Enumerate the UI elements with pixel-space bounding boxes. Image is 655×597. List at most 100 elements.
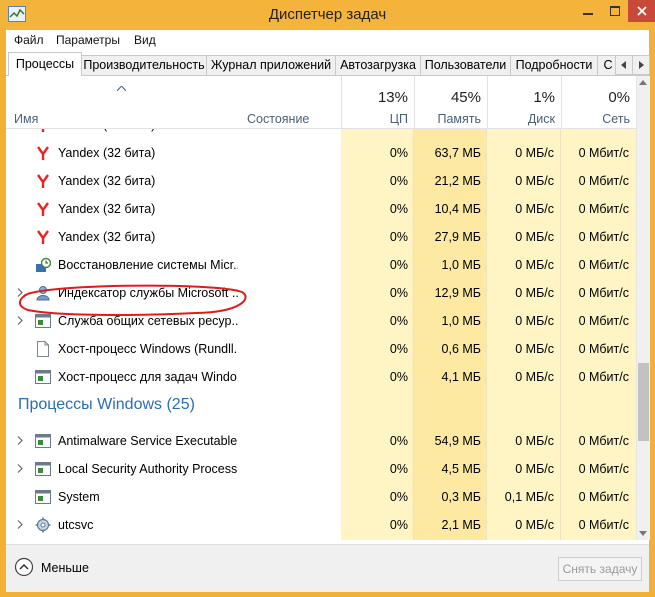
service-window-icon: [35, 434, 51, 448]
process-row[interactable]: Antimalware Service Executable 0% 54,9 МБ 0…: [6, 427, 636, 455]
tab-processes[interactable]: Процессы: [8, 52, 82, 76]
memory-value: 4,1 МБ: [441, 370, 481, 384]
process-name: utcsvc: [58, 518, 94, 532]
menu-file[interactable]: Файл: [14, 33, 44, 47]
tab-strip: Процессы Производительность Журнал прило…: [6, 52, 650, 76]
yandex-icon: [37, 202, 49, 216]
yandex-icon: [37, 174, 49, 188]
disk-value: 0 МБ/с: [515, 462, 554, 476]
cpu-value: 0%: [389, 342, 408, 356]
scroll-up-icon: [639, 80, 647, 85]
disk-value: 0 МБ/с: [515, 434, 554, 448]
network-value: 0 Мбит/с: [578, 286, 629, 300]
tab-details[interactable]: Подробности: [510, 55, 598, 75]
network-value: 0 Мбит/с: [578, 202, 629, 216]
close-button[interactable]: [628, 0, 655, 22]
tab-scroll-right-button[interactable]: [632, 55, 650, 75]
vertical-scrollbar[interactable]: [636, 76, 650, 540]
cpu-label: ЦП: [389, 112, 408, 126]
title-bar[interactable]: Диспетчер задач: [0, 0, 655, 30]
tab-users[interactable]: Пользователи: [420, 55, 511, 75]
cpu-value: 0%: [389, 462, 408, 476]
menu-view[interactable]: Вид: [134, 33, 156, 47]
process-row[interactable]: Local Security Authority Process... 0% 4,5…: [6, 455, 636, 483]
column-header: Имя Состояние 13% ЦП 45% Память 1% Диск …: [6, 76, 636, 129]
tab-app-history[interactable]: Журнал приложений: [206, 55, 336, 75]
network-value: 0 Мбит/с: [578, 174, 629, 188]
network-value: 0 Мбит/с: [578, 490, 629, 504]
disk-value: 0,1 МБ/с: [504, 490, 554, 504]
expand-chevron-icon[interactable]: [17, 436, 23, 445]
process-name: Yandex (32 бита): [58, 129, 238, 132]
scroll-down-icon: [639, 531, 647, 536]
maximize-icon: [610, 6, 620, 16]
process-row[interactable]: Хост-процесс для задач Windo... 0% 4,1 МБ 0…: [6, 363, 636, 391]
process-row[interactable]: Yandex (32 бита) 0% 27,9 МБ 0 МБ/с 0 Мбит/с: [6, 223, 636, 251]
network-value: 0 Мбит/с: [578, 146, 629, 160]
column-name[interactable]: Имя: [14, 112, 38, 126]
process-name: System: [58, 490, 100, 504]
expand-chevron-icon[interactable]: [17, 288, 23, 297]
disk-value: 0 МБ/с: [515, 314, 554, 328]
process-row[interactable]: Yandex (32 бита) 0% 63,7 МБ 0 МБ/с 0 Мбит/с: [6, 139, 636, 167]
yandex-icon: [41, 129, 45, 132]
scrollbar-thumb[interactable]: [638, 363, 649, 441]
memory-value: 54,9 МБ: [434, 434, 481, 448]
indexer-icon: [36, 286, 50, 301]
maximize-button[interactable]: [602, 0, 628, 22]
service-window-icon: [35, 314, 51, 328]
tab-performance[interactable]: Производительность: [81, 55, 207, 75]
process-name: Индексатор службы Microsoft ...: [58, 286, 238, 300]
cpu-value: 0%: [389, 230, 408, 244]
process-name: Antimalware Service Executable: [58, 434, 238, 448]
client-area: Файл Параметры Вид Процессы Производител…: [6, 30, 650, 592]
network-label: Сеть: [602, 112, 630, 126]
column-disk[interactable]: 1% Диск: [487, 76, 561, 128]
section-header[interactable]: Процессы Windows (25): [6, 391, 636, 419]
expand-chevron-icon[interactable]: [17, 316, 23, 325]
process-row[interactable]: Служба общих сетевых ресур... 0% 1,0 МБ 0 М…: [6, 307, 636, 335]
column-memory[interactable]: 45% Память: [414, 76, 487, 128]
memory-value: 27,9 МБ: [434, 230, 481, 244]
tab-startup[interactable]: Автозагрузка: [335, 55, 421, 75]
process-name: Local Security Authority Process...: [58, 462, 238, 476]
service-window-icon: [35, 370, 51, 384]
cpu-value: 0%: [389, 258, 408, 272]
minimize-button[interactable]: [574, 0, 602, 22]
system-restore-icon: [36, 257, 51, 272]
disk-total: 1%: [533, 89, 555, 106]
column-network[interactable]: 0% Сеть: [561, 76, 636, 128]
fewer-details-link[interactable]: Меньше: [41, 561, 89, 575]
arrow-left-icon: [621, 61, 626, 69]
process-row[interactable]: Индексатор службы Microsoft ... 0% 12,9 МБ…: [6, 279, 636, 307]
process-name: Yandex (32 бита): [58, 146, 156, 160]
network-value: 0 Мбит/с: [578, 230, 629, 244]
menu-options[interactable]: Параметры: [56, 33, 120, 47]
network-value: 0 Мбит/с: [578, 258, 629, 272]
end-task-button[interactable]: Снять задачу: [558, 557, 642, 581]
gear-icon: [35, 517, 51, 533]
process-name: Хост-процесс для задач Windo...: [58, 370, 238, 384]
process-row[interactable]: Yandex (32 бита) 0% 10,4 МБ 0 МБ/с 0 Мбит/с: [6, 195, 636, 223]
tab-scroll-left-button[interactable]: [615, 55, 633, 75]
column-state[interactable]: Состояние: [247, 112, 309, 126]
collapse-details-icon[interactable]: [14, 557, 34, 577]
process-row[interactable]: Yandex (32 бита): [6, 129, 636, 139]
yandex-icon: [37, 146, 49, 160]
minimize-icon: [583, 13, 593, 15]
disk-value: 0 МБ/с: [515, 174, 554, 188]
section-title: Процессы Windows (25): [18, 396, 195, 413]
network-value: 0 Мбит/с: [578, 370, 629, 384]
process-row[interactable]: System 0% 0,3 МБ 0,1 МБ/с 0 Мбит/с: [6, 483, 636, 511]
expand-chevron-icon[interactable]: [17, 520, 23, 529]
process-row[interactable]: Хост-процесс Windows (Rundll... 0% 0,6 МБ 0…: [6, 335, 636, 363]
process-row[interactable]: Восстановление системы Micr... 0% 1,0 МБ 0 …: [6, 251, 636, 279]
expand-chevron-icon[interactable]: [17, 464, 23, 473]
disk-value: 0 МБ/с: [515, 518, 554, 532]
process-name: Восстановление системы Micr...: [58, 258, 238, 272]
cpu-value: 0%: [389, 202, 408, 216]
disk-value: 0 МБ/с: [515, 342, 554, 356]
process-row[interactable]: utcsvc 0% 2,1 МБ 0 МБ/с 0 Мбит/с: [6, 511, 636, 539]
process-row[interactable]: Yandex (32 бита) 0% 21,2 МБ 0 МБ/с 0 Мбит/с: [6, 167, 636, 195]
column-cpu[interactable]: 13% ЦП: [341, 76, 414, 128]
